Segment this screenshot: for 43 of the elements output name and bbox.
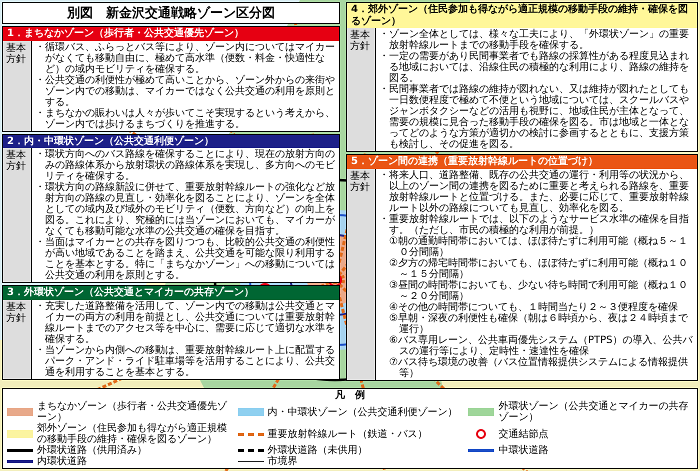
- legend-label: 郊外ゾーン（住民参加も得ながら適正規模の移動手段の維持・確保を図るゾーン）: [37, 423, 228, 445]
- policy-label: 基本方針: [347, 168, 376, 380]
- legend-label: 外環状道路（未供用）: [268, 445, 368, 456]
- policy-subitem: ⑤早朝・深夜の利便性も確保（朝は６時頃から、夜は２４時頃まで運行）: [389, 312, 689, 334]
- legend-label: 中環状道路: [498, 445, 548, 456]
- policy-label: 基本方針: [3, 148, 32, 282]
- policy-text: ・環状方向の路線新設に併せて、重要放射幹線ルートの強化など放射方向の路線の見直し・効率化を図ることにより、ゾーンを全体としての域内及び域外のモビリティ（便数、方向など）の向上を図る。これにより、究極的には当ゾーンにおいても、マイカーがなくても移動可能な水準の公共交通の確保を目指す。: [35, 182, 336, 237]
- policy-text: ・まちなかの賑わいは人々が歩いてこそ実現するという考えから、ゾーン内では歩けるまちづくりを推進する。: [35, 108, 336, 130]
- legend-label: 重要放射幹線ルート（鉄道・バス）: [268, 428, 428, 440]
- policy-text: ・ゾーン全体としては、様々な工夫により、「外環状ゾーン」の重要放射幹線ルートまでの移動手段を確保する。: [379, 29, 690, 51]
- policy-text: ・充実した道路整備を活用して、ゾーン内での移動は公共交通とマイカーの両方の利用を前提とし、公共交通については重要放射幹線ルートまでのアクセス等を中心に、需要に応じて適切な水準を確保する。: [35, 300, 336, 344]
- policy-text: ・民間事業者では路線の維持が図れない、又は維持が図れたとしても一日数便程度で極めて不便という地域については、スクールバスやジャンボタクシーなどの活用も視野に、地域住民が主体となって、需要の規模に見合った移動手段の確保を図る。市は地域と一体となってどのような方策が適切かの検討に参画するとともに、支援方策も検討し、その促進を図る。: [379, 84, 690, 150]
- policy-subitem: ①朝の通勤時間帯においては、ほぼ待たずに利用可能（概ね５～１０分間隔）: [389, 236, 689, 258]
- legend-label: 市境界: [268, 456, 298, 467]
- policy-label: 基本方針: [3, 300, 32, 378]
- map-title: 別図 新金沢交通戦略ゾーン区分図: [2, 2, 340, 24]
- policy-subitem: ③昼間の時間帯においても、少ない待ち時間で利用可能（概ね１０～２０分間隔）: [389, 280, 689, 302]
- policy-text: ・環状方向へのバス路線を確保することにより、現在の放射方向のみの路線体系から放射環状の路線体系を実現し、多方向へのモビリティを確保する。: [35, 149, 336, 182]
- policy-text: ・当ゾーンから内側への移動は、重要放射幹線ルート上に配置するパーク・アンド・ライド駐車場等を活用することにより、公共交通を利用することを基本とする。: [35, 344, 336, 378]
- policy-subitem: ②夕方の帰宅時間帯においても、ほぼ待たずに利用可能（概ね１０～１５分間隔）: [389, 258, 689, 280]
- policy-text: ・当面はマイカーとの共存を図りつつも、比較的公共交通の利便性が高い地域であることを踏まえ、公共交通を可能な限り利用することを基本とする。特に「まちなかゾーン」への移動については公共交通の利用を原則とする。: [35, 237, 336, 281]
- panel-heading: 3．外環状ゾーン（公共交通とマイカーの共存ゾーン）: [3, 286, 339, 300]
- panel-heading: 5．ゾーン間の連携（重要放射幹線ルートの位置づけ）: [347, 155, 697, 168]
- panel-heading: 4．郊外ゾーン（住民参加も得ながら適正規模の移動手段の維持・確保を図るゾーン）: [347, 3, 697, 28]
- policy-subitem: ⑦バス待ち環境の改善（バス位置情報提供システムによる情報提供等）: [389, 356, 689, 378]
- policy-subitem: ⑥バス専用レーン、公共車両優先システム（PTPS）の導入、公共バスの運行等により、定時性・速達性を確保: [389, 334, 694, 356]
- legend-label: 内環状道路: [37, 456, 87, 467]
- policy-text: ・将来人口、道路整備、既存の公共交通の運行・利用等の状況から、以上のゾーン間の連携を図るために重要と考えられる路線を、重要放射幹線ルートと位置づける。また、必要に応じて、重要放射幹線ルート以外の路線についても見直し、効率化を図る。: [379, 170, 690, 214]
- legend-label: 外環状ゾーン（公共交通とマイカーの共存ゾーン）: [498, 401, 690, 423]
- legend-title: 凡 例: [334, 390, 366, 401]
- policy-subitem: ④その他の時間帯についても、１時間当たり２～３便程度を確保: [389, 302, 679, 312]
- legend-label: 交通結節点: [498, 428, 548, 440]
- legend-label: 内・中環状ゾーン（公共交通利便ゾーン）: [268, 406, 458, 418]
- panel-heading: 2．内・中環状ゾーン（公共交通利便ゾーン）: [3, 134, 339, 148]
- legend-label: まちなかゾーン（歩行者・公共交通優先ゾーン）: [37, 401, 228, 423]
- policy-text: ・公共交通の利便性が極めて高いことから、ゾーン外からの来街やゾーン内での移動は、マイカーではなく公共交通の利用を原則とする。: [35, 74, 336, 108]
- policy-label: 基本方針: [347, 28, 376, 151]
- policy-text: ・循環バス、ふらっとバス等により、ゾーン内についてはマイカーがなくても移動自由に、極めて高水準（便数・料金・快適性など）の域内モビリティを確保する。: [35, 42, 336, 74]
- legend-label: 外環状道路（供用済み）: [37, 445, 147, 456]
- policy-text: ・重要放射幹線ルートでは、以下のようなサービス水準の確保を目指す。（ただし、市民の積極的な利用が前提。）: [379, 214, 690, 236]
- policy-label: 基本方針: [3, 40, 32, 130]
- policy-text: ・一定の需要があり民間事業者でも路線の採算性がある程度見込まれる地域においては、沿線住民の積極的な利用により、路線の維持を図る。: [379, 51, 690, 84]
- panel-heading: 1．まちなかゾーン（歩行者・公共交通優先ゾーン）: [3, 27, 339, 40]
